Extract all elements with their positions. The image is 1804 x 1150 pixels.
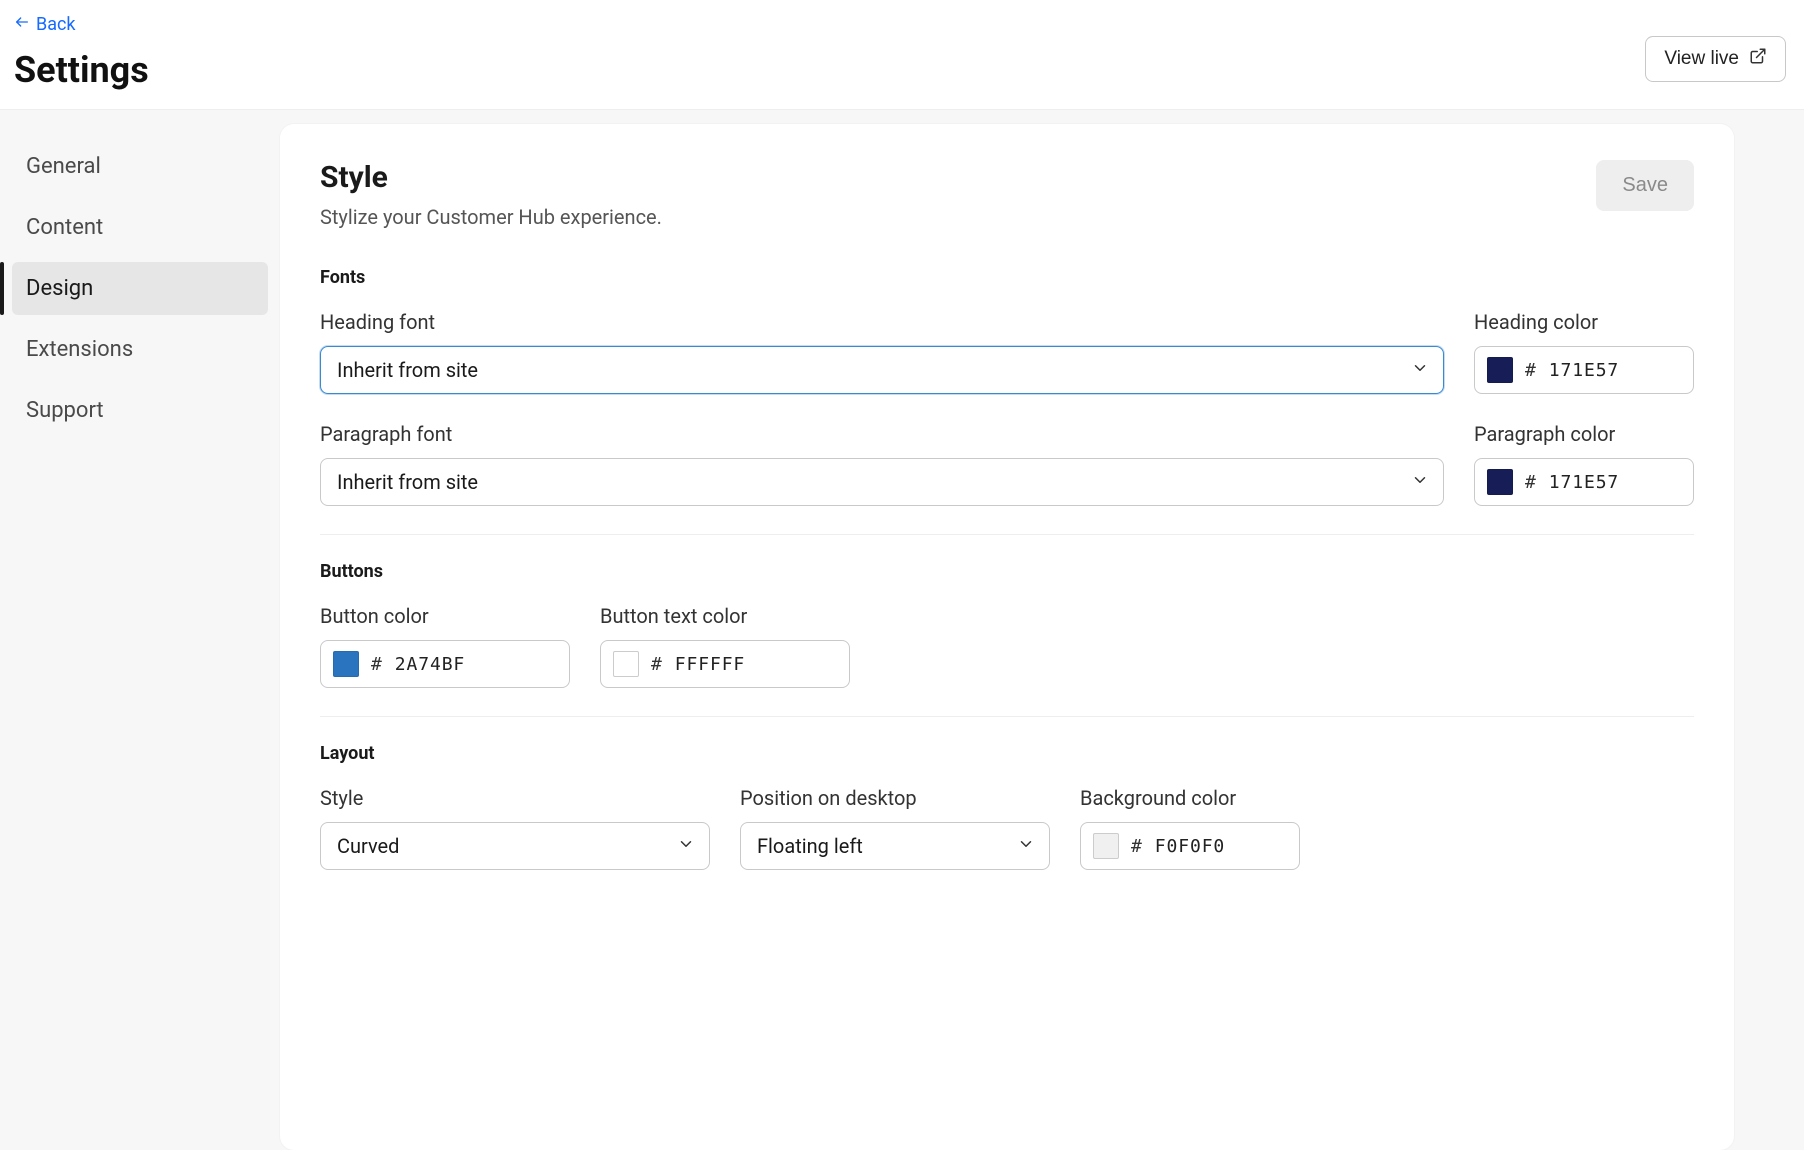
layout-style-label: Style [320, 786, 710, 810]
back-label: Back [36, 14, 76, 35]
hash-symbol: # [1131, 836, 1143, 857]
paragraph-font-select[interactable]: Inherit from site [320, 458, 1444, 506]
color-swatch [1093, 833, 1119, 859]
hash-symbol: # [651, 654, 663, 675]
color-swatch [613, 651, 639, 677]
bg-color-hex: F0F0F0 [1155, 836, 1225, 857]
hash-symbol: # [1525, 472, 1537, 493]
chevron-down-icon [677, 834, 695, 858]
position-value: Floating left [757, 834, 863, 858]
hash-symbol: # [1525, 360, 1537, 381]
paragraph-color-hex: 171E57 [1549, 472, 1619, 493]
page-title: Settings [14, 49, 149, 91]
save-button[interactable]: Save [1596, 160, 1694, 211]
view-live-label: View live [1664, 48, 1739, 70]
color-swatch [1487, 469, 1513, 495]
chevron-down-icon [1411, 358, 1429, 382]
view-live-button[interactable]: View live [1645, 36, 1786, 82]
fonts-section-title: Fonts [320, 267, 1694, 288]
layout-style-select[interactable]: Curved [320, 822, 710, 870]
sidebar-item-content[interactable]: Content [12, 201, 268, 254]
sidebar-item-extensions[interactable]: Extensions [12, 323, 268, 376]
button-text-color-input[interactable]: # FFFFFF [600, 640, 850, 688]
heading-font-label: Heading font [320, 310, 1444, 334]
layout-section: Layout Style Curved Position on desktop … [320, 717, 1694, 870]
position-select[interactable]: Floating left [740, 822, 1050, 870]
layout-style-value: Curved [337, 834, 399, 858]
settings-sidebar: General Content Design Extensions Suppor… [0, 110, 280, 1150]
sidebar-item-label: Content [26, 215, 103, 240]
chevron-down-icon [1411, 470, 1429, 494]
sidebar-item-label: Support [26, 398, 104, 423]
heading-color-input[interactable]: # 171E57 [1474, 346, 1694, 394]
color-swatch [333, 651, 359, 677]
button-color-label: Button color [320, 604, 570, 628]
sidebar-item-label: Extensions [26, 337, 133, 362]
card-title: Style [320, 160, 662, 195]
sidebar-item-general[interactable]: General [12, 140, 268, 193]
sidebar-item-label: General [26, 154, 101, 179]
heading-font-value: Inherit from site [337, 358, 478, 382]
card-subtitle: Stylize your Customer Hub experience. [320, 205, 662, 229]
heading-font-select[interactable]: Inherit from site [320, 346, 1444, 394]
sidebar-item-label: Design [26, 276, 93, 301]
hash-symbol: # [371, 654, 383, 675]
buttons-section: Buttons Button color # 2A74BF Button tex… [320, 535, 1694, 717]
paragraph-color-input[interactable]: # 171E57 [1474, 458, 1694, 506]
style-card: Style Stylize your Customer Hub experien… [280, 124, 1734, 1150]
button-color-hex: 2A74BF [395, 654, 465, 675]
button-color-input[interactable]: # 2A74BF [320, 640, 570, 688]
back-link[interactable]: Back [14, 14, 149, 35]
external-link-icon [1749, 47, 1767, 71]
paragraph-color-label: Paragraph color [1474, 422, 1694, 446]
color-swatch [1487, 357, 1513, 383]
fonts-section: Fonts Heading font Inherit from site Hea… [320, 257, 1694, 535]
bg-color-input[interactable]: # F0F0F0 [1080, 822, 1300, 870]
button-text-color-hex: FFFFFF [675, 654, 745, 675]
chevron-down-icon [1017, 834, 1035, 858]
bg-color-label: Background color [1080, 786, 1300, 810]
heading-color-label: Heading color [1474, 310, 1694, 334]
paragraph-font-value: Inherit from site [337, 470, 478, 494]
heading-color-hex: 171E57 [1549, 360, 1619, 381]
layout-section-title: Layout [320, 743, 1694, 764]
page-header: Back Settings View live [0, 0, 1804, 110]
button-text-color-label: Button text color [600, 604, 850, 628]
sidebar-item-design[interactable]: Design [12, 262, 268, 315]
arrow-left-icon [14, 14, 30, 35]
paragraph-font-label: Paragraph font [320, 422, 1444, 446]
position-label: Position on desktop [740, 786, 1050, 810]
sidebar-item-support[interactable]: Support [12, 384, 268, 437]
buttons-section-title: Buttons [320, 561, 1694, 582]
